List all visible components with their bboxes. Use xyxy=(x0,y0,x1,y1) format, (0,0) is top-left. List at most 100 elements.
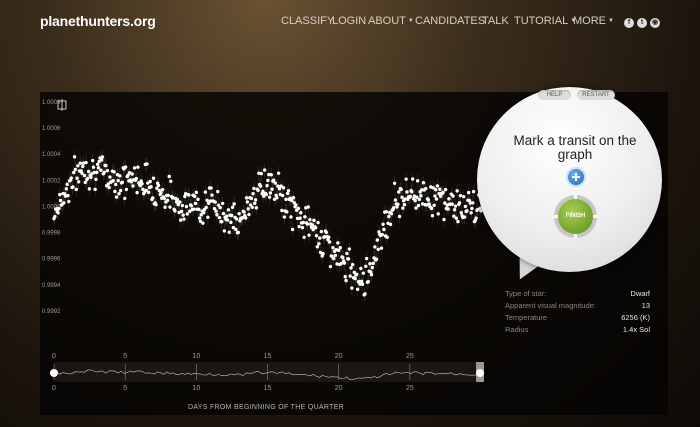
y-tick-label: 1.0006 xyxy=(42,126,61,132)
data-point xyxy=(220,201,225,206)
rss-icon[interactable]: ◉ xyxy=(650,18,660,28)
data-point xyxy=(318,236,322,240)
data-point xyxy=(376,247,380,252)
data-point xyxy=(411,177,415,181)
nav-about[interactable]: ABOUT ▼ xyxy=(368,15,414,27)
data-point xyxy=(290,227,295,232)
data-point xyxy=(95,170,99,175)
data-point xyxy=(67,199,71,204)
data-point xyxy=(344,278,348,283)
data-point xyxy=(451,194,455,198)
data-point xyxy=(387,214,391,219)
data-point xyxy=(281,186,286,190)
data-point xyxy=(361,271,366,275)
data-point xyxy=(364,264,368,268)
data-point xyxy=(111,178,115,183)
range-slider-end-handle[interactable] xyxy=(476,369,484,377)
data-point xyxy=(165,198,170,203)
x-tick-label: 20 xyxy=(335,353,343,360)
data-point xyxy=(230,205,235,210)
data-point xyxy=(397,190,401,194)
data-point xyxy=(145,162,149,166)
data-point xyxy=(169,179,173,183)
data-point xyxy=(375,238,380,242)
caret-down-icon: ▼ xyxy=(407,18,414,24)
nav-tutorial[interactable]: TUTORIAL ▼ xyxy=(514,15,576,27)
finish-button[interactable]: FINISH xyxy=(558,199,593,234)
data-point xyxy=(246,207,250,211)
data-point xyxy=(364,256,369,261)
data-point xyxy=(244,196,249,200)
data-point xyxy=(307,233,311,237)
site-logo[interactable]: planethunters.org xyxy=(40,13,156,29)
restart-button[interactable]: RESTART xyxy=(577,90,615,100)
data-point xyxy=(463,204,468,209)
data-point xyxy=(140,182,144,186)
data-point xyxy=(203,190,208,194)
data-point xyxy=(245,200,250,204)
data-point xyxy=(132,166,137,170)
data-point xyxy=(443,187,448,192)
data-point xyxy=(268,191,273,195)
data-point xyxy=(347,247,352,251)
data-point xyxy=(302,235,306,239)
instruction-text: Mark a transit on the graph xyxy=(513,133,637,162)
data-point xyxy=(458,193,463,198)
data-point xyxy=(94,177,98,182)
data-point xyxy=(123,196,127,201)
data-point xyxy=(414,206,418,210)
data-point xyxy=(305,222,310,226)
data-point xyxy=(471,201,475,205)
data-point xyxy=(242,210,246,214)
data-point xyxy=(413,198,417,203)
data-point xyxy=(286,188,291,193)
data-point xyxy=(336,241,340,245)
data-point xyxy=(166,193,171,198)
y-tick-label: 0.9992 xyxy=(42,309,61,315)
data-point xyxy=(441,190,445,195)
info-row-temperature: Temperature 6256 (K) xyxy=(505,313,650,322)
data-point xyxy=(470,206,474,211)
nav-classify[interactable]: CLASSIFY xyxy=(281,15,334,27)
data-point xyxy=(201,221,205,225)
help-button[interactable]: HELP xyxy=(538,90,571,100)
data-point xyxy=(116,178,120,183)
data-point xyxy=(275,196,279,200)
add-transit-button[interactable] xyxy=(566,167,586,187)
twitter-icon[interactable]: t xyxy=(637,18,647,28)
data-point xyxy=(433,194,437,198)
data-point xyxy=(416,203,421,208)
data-point xyxy=(265,183,269,188)
data-point xyxy=(136,165,140,169)
data-point xyxy=(436,212,440,216)
data-point xyxy=(401,206,405,210)
data-point xyxy=(350,286,354,290)
data-point xyxy=(226,208,231,212)
data-point xyxy=(379,246,384,250)
overview-tick-label: 15 xyxy=(264,385,272,392)
data-point xyxy=(134,176,138,181)
data-point xyxy=(74,187,78,192)
data-point xyxy=(360,282,365,286)
data-point xyxy=(141,187,145,192)
nav-login[interactable]: LOGIN xyxy=(332,15,366,27)
data-point xyxy=(100,155,105,159)
data-point xyxy=(75,176,79,180)
nav-candidates[interactable]: CANDIDATES xyxy=(415,15,485,27)
range-slider-start-handle[interactable] xyxy=(50,369,58,377)
x-tick-label: 10 xyxy=(192,353,200,360)
data-point xyxy=(189,204,194,208)
facebook-icon[interactable]: f xyxy=(624,18,634,28)
nav-more[interactable]: MORE ▼ xyxy=(573,15,614,27)
data-point xyxy=(345,251,349,256)
data-point xyxy=(384,210,389,214)
data-point xyxy=(112,170,116,174)
data-point xyxy=(300,225,305,230)
data-point xyxy=(447,197,451,201)
data-point xyxy=(185,212,189,216)
nav-talk[interactable]: TALK xyxy=(482,15,509,27)
y-tick-label: 1.0002 xyxy=(42,178,61,184)
data-point xyxy=(331,246,335,250)
data-point xyxy=(417,197,421,202)
data-point xyxy=(148,179,152,184)
